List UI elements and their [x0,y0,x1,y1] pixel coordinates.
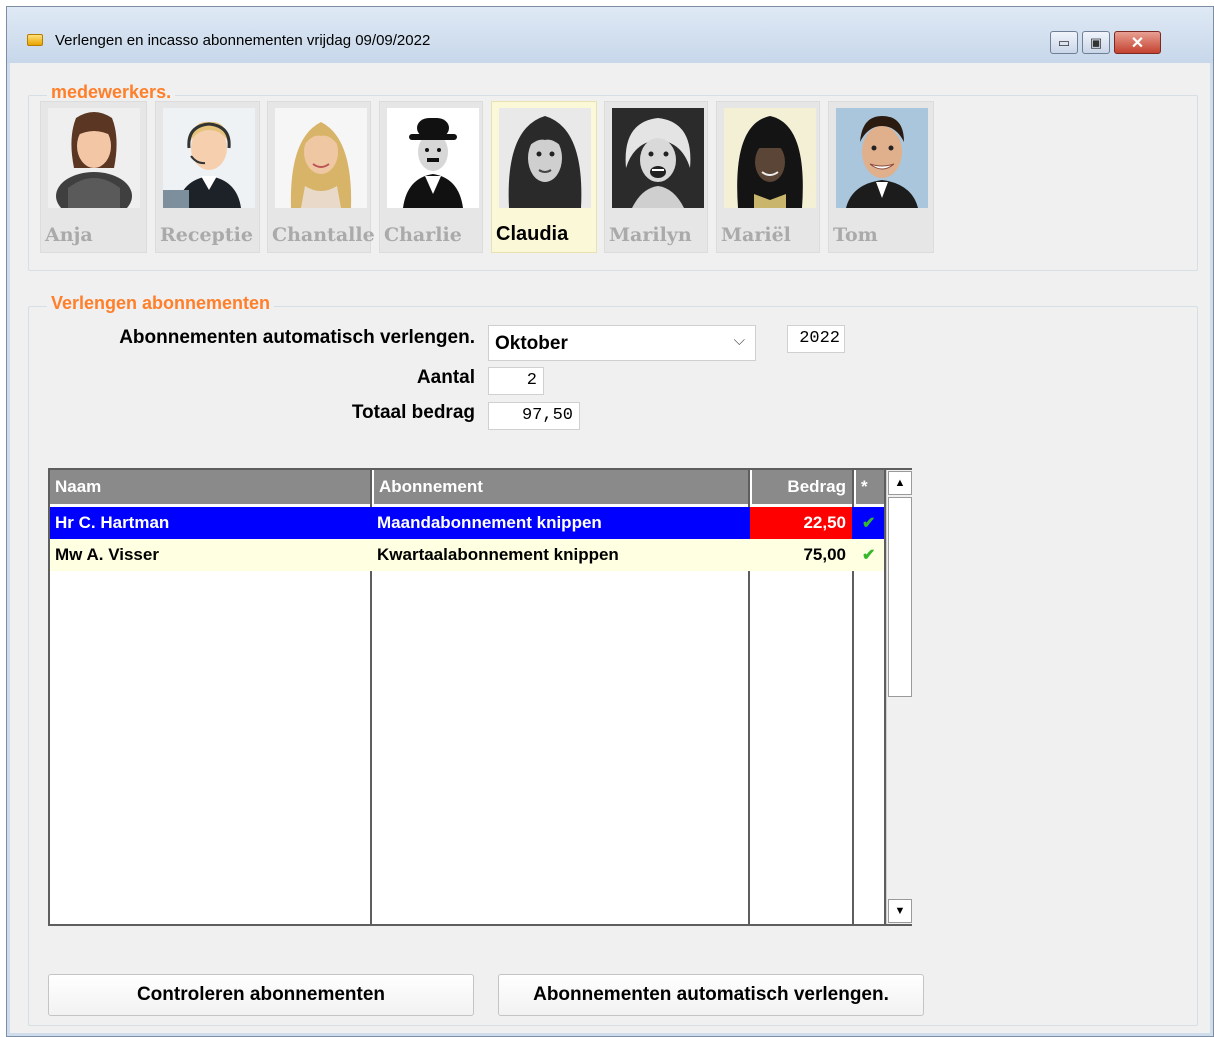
avatar [724,108,816,208]
staff-receptie[interactable]: Receptie [155,101,260,253]
minimize-button[interactable]: ▭ [1050,31,1078,54]
staff-claudia[interactable]: Claudia [491,101,597,253]
staff-group-legend: medewerkers. [47,82,176,103]
staff-tom[interactable]: Tom [828,101,934,253]
check-icon: ✔ [862,547,876,564]
staff-name: Marilyn [609,224,692,246]
cell-amount: 75,00 [803,545,846,564]
staff-mariel[interactable]: Mariël [716,101,820,253]
count-field[interactable]: 2 [488,367,544,395]
staff-name: Claudia [496,223,569,245]
avatar [275,108,367,208]
staff-name: Charlie [384,224,462,246]
count-label: Aantal [416,367,475,388]
column-header-name[interactable]: Naam [50,470,370,504]
column-header-subscription[interactable]: Abonnement [374,470,748,504]
staff-name: Chantalle [272,224,375,246]
total-label: Totaal bedrag [351,402,475,423]
check-subscriptions-button[interactable]: Controleren abonnementen [48,974,474,1016]
cell-subscription: Kwartaalabonnement knippen [377,545,619,564]
auto-renew-button[interactable]: Abonnementen automatisch verlengen. [498,974,924,1016]
avatar [836,108,928,208]
month-select[interactable]: Oktober ⌵ [488,325,756,361]
chevron-down-icon: ⌵ [733,332,745,349]
cell-amount: 22,50 [750,507,852,539]
total-field[interactable]: 97,50 [488,402,580,430]
staff-name: Receptie [160,224,253,246]
scroll-up-button[interactable]: ▲ [888,471,912,495]
avatar [163,108,255,208]
window-client: medewerkers. Anja Receptie Chantalle Cha… [10,63,1210,1033]
avatar [48,108,140,220]
renew-group-legend: Verlengen abonnementen [47,293,275,314]
staff-marilyn[interactable]: Marilyn [604,101,708,253]
staff-name: Tom [833,224,878,246]
column-header-flag[interactable]: * [856,470,884,504]
staff-anja[interactable]: Anja [40,101,147,253]
year-field[interactable]: 2022 [787,325,845,353]
table-row[interactable]: Mw A. Visser Kwartaalabonnement knippen … [50,539,884,571]
staff-chantalle[interactable]: Chantalle [267,101,375,253]
window-title: Verlengen en incasso abonnementen vrijda… [55,32,431,49]
app-window: Verlengen en incasso abonnementen vrijda… [6,6,1214,1037]
avatar [612,108,704,208]
subscriptions-table[interactable]: Naam Abonnement Bedrag * Hr C. Hartman M… [48,468,912,926]
cell-name: Hr C. Hartman [55,513,170,532]
title-bar[interactable]: Verlengen en incasso abonnementen vrijda… [7,7,1213,63]
table-row[interactable]: Hr C. Hartman Maandabonnement knippen 22… [50,507,884,539]
staff-charlie[interactable]: Charlie [379,101,483,253]
column-header-amount[interactable]: Bedrag [752,470,852,504]
vertical-scrollbar[interactable]: ▲ ▼ [886,470,912,924]
scroll-thumb[interactable] [888,497,912,697]
check-icon: ✔ [862,515,876,532]
staff-name: Mariël [721,224,791,246]
auto-renew-label: Abonnementen automatisch verlengen. [119,327,475,348]
avatar [387,108,479,208]
scroll-down-button[interactable]: ▼ [888,899,912,923]
avatar [499,108,591,208]
cell-subscription: Maandabonnement knippen [377,513,602,532]
close-button[interactable]: ✕ [1114,31,1161,54]
staff-name: Anja [45,224,93,246]
month-select-value: Oktober [495,333,568,354]
maximize-button[interactable]: ▣ [1082,31,1110,54]
folder-icon [27,34,43,46]
cell-name: Mw A. Visser [55,545,159,564]
